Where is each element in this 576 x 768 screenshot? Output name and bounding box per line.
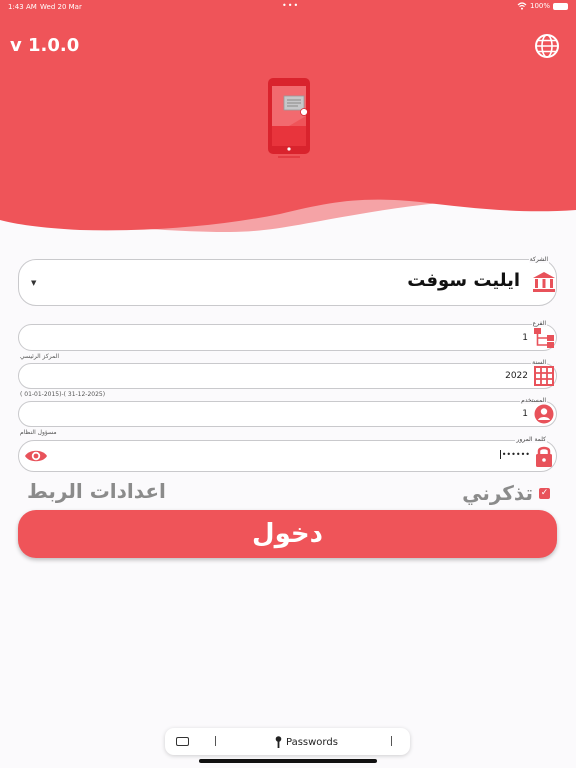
user-field[interactable] [18,401,557,427]
password-input-value[interactable]: •••••• [499,450,530,459]
wifi-icon [517,2,527,10]
year-field[interactable] [18,363,557,389]
battery-icon [553,2,568,10]
separator [391,736,392,746]
multitasking-dots-icon[interactable]: ••• [282,1,299,10]
lock-icon [536,446,552,467]
status-date: Wed 20 Mar [40,3,82,11]
password-field[interactable] [18,440,557,472]
passwords-label: Passwords [286,736,338,748]
status-time: 1:43 AM [8,3,37,11]
remember-me-checkbox[interactable]: ✓ [539,487,550,499]
key-icon [275,736,282,748]
year-range-hint: ( 01-01-2015)-( 31-12-2025) [20,391,106,398]
year-value: 2022 [505,371,528,381]
connection-settings-link[interactable]: اعدادات الربط [27,479,166,503]
year-label: السنة [531,359,547,366]
globe-icon[interactable] [534,33,560,59]
app-version: v 1.0.0 [10,35,80,56]
password-label: كلمة المرور [515,436,547,443]
keyboard-accessory-bar: Passwords [165,728,410,755]
branch-hint: المركز الرئيسي [20,353,59,360]
branch-value: 1 [522,333,528,343]
remember-me[interactable]: تذكرني ✓ [462,481,550,505]
user-label: المستخدم [520,397,547,404]
user-value: 1 [522,409,528,419]
person-icon [534,404,554,424]
status-bar: 1:43 AM Wed 20 Mar ••• 100% [0,0,576,14]
passwords-button[interactable]: Passwords [275,736,338,748]
home-indicator [199,759,377,763]
app-logo [268,78,310,158]
branch-label: الفرع [531,320,547,327]
chevron-down-icon[interactable]: ▼ [31,279,36,287]
branch-field[interactable] [18,324,557,351]
login-button[interactable]: دخول [18,510,557,558]
bank-icon [533,272,555,292]
hierarchy-icon [534,328,554,348]
company-value: ايليت سوفت [407,270,520,291]
remember-me-label: تذكرني [462,481,533,505]
company-label: الشركة [528,256,549,263]
separator [215,736,216,746]
user-hint: مسؤول النظام [20,429,57,436]
grid-icon [534,366,554,386]
eye-icon[interactable] [24,448,48,464]
status-indicators: 100% [517,2,568,10]
keyboard-icon[interactable] [176,737,189,746]
battery-percent: 100% [529,2,550,10]
